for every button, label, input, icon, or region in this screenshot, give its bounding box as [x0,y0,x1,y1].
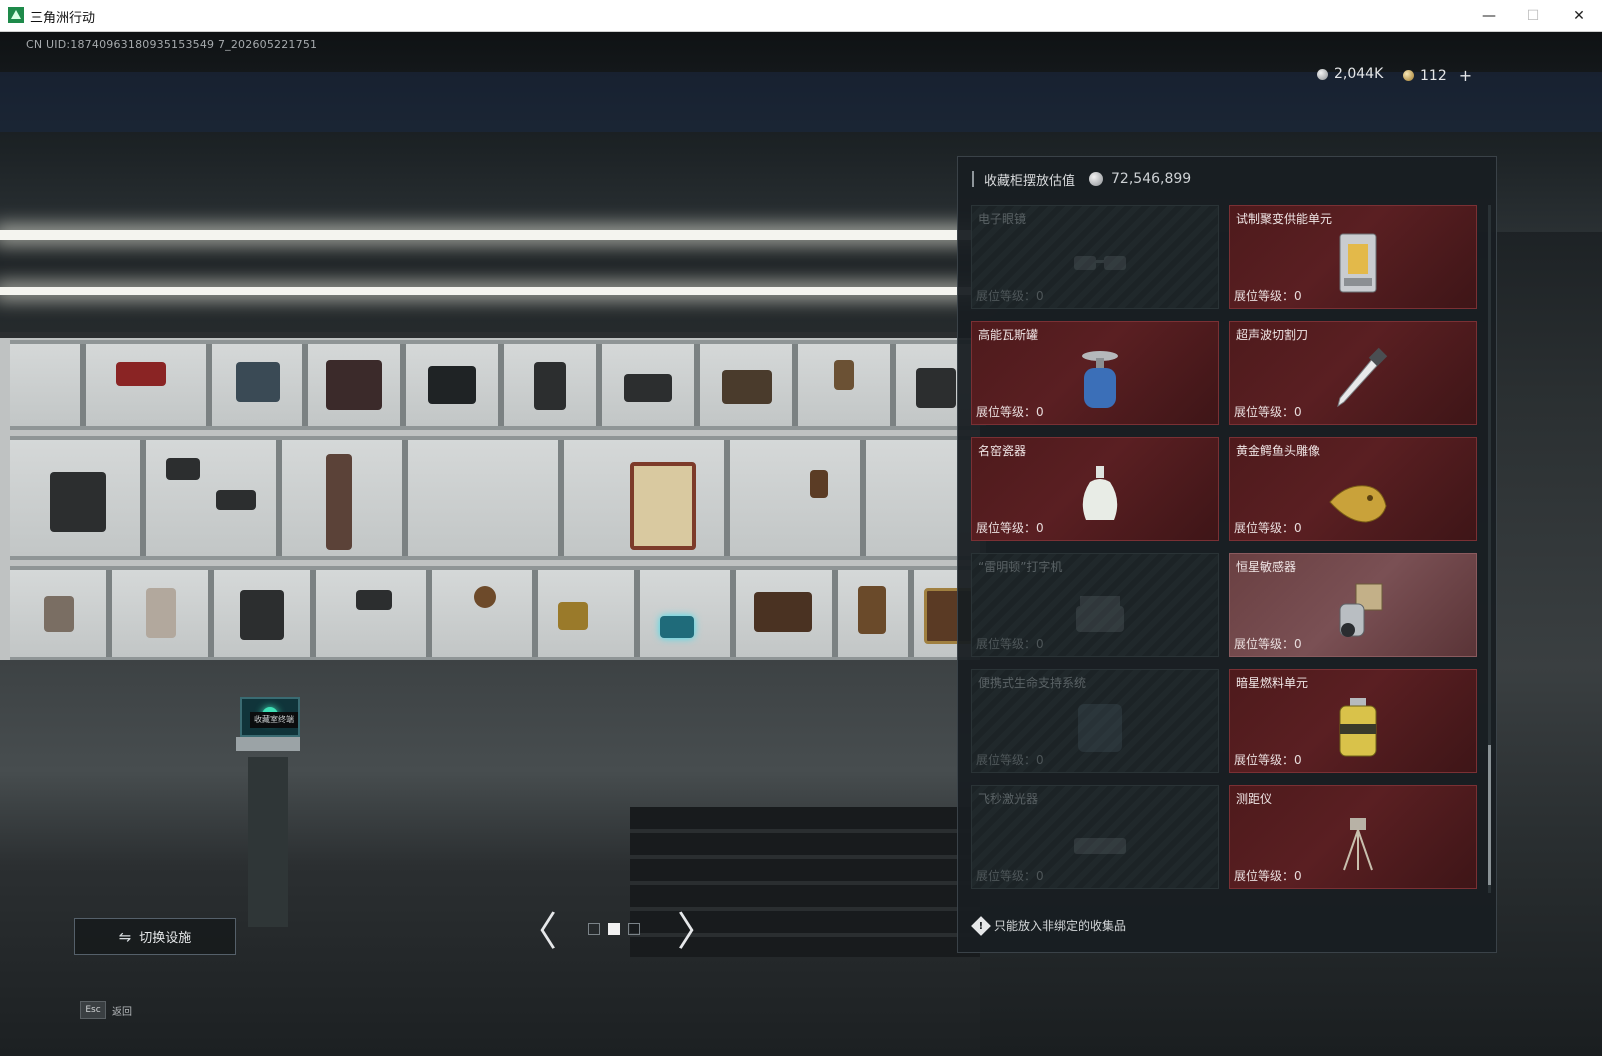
page-indicator [588,923,640,935]
binding-notice: ! 只能放入非绑定的收集品 [971,915,1127,936]
close-button[interactable]: ✕ [1556,0,1602,31]
maximize-button[interactable]: ☐ [1510,0,1556,31]
add-currency-button[interactable]: + [1459,66,1472,85]
collection-slot[interactable]: 暗星燃料单元 展位等级：0 [1229,669,1477,773]
back-hint[interactable]: Esc 返回 [80,1001,132,1019]
collection-slot[interactable]: 便携式生命支持系统 展位等级：0 [971,669,1219,773]
ceiling-light [0,287,980,295]
collection-slot[interactable]: 测距仪 展位等级：0 [1229,785,1477,889]
item-name: 黄金鳄鱼头雕像 [1236,444,1321,458]
silver-coin-icon [1089,172,1104,186]
slot-level: 展位等级：0 [976,289,1044,303]
item-name: 超声波切割刀 [1236,328,1309,342]
slot-level: 展位等级：0 [1234,869,1302,883]
page-dot-active[interactable] [608,923,620,935]
window-titlebar: 三角洲行动 — ☐ ✕ [0,0,1602,32]
item-name: 名窑瓷器 [978,444,1027,458]
window-title: 三角洲行动 [30,11,96,26]
esc-key: Esc [80,1001,106,1019]
panel-title: 收藏柜摆放估值 [984,173,1076,189]
item-name: 试制聚变供能单元 [1236,212,1333,226]
notice-text: 只能放入非绑定的收集品 [994,919,1127,933]
collection-slot[interactable]: 黄金鳄鱼头雕像 展位等级：0 [1229,437,1477,541]
panel-header: 收藏柜摆放估值 72,546,899 [972,167,1482,191]
currency-gold-value: 112 [1420,67,1447,84]
collection-slot[interactable]: 恒星敏感器 展位等级：0 [1229,553,1477,657]
item-name: 测距仪 [1236,792,1273,806]
currency-silver: 2,044K [1317,66,1383,82]
slot-level: 展位等级：0 [976,869,1044,883]
porcelain-vase-icon [1082,466,1118,520]
collection-grid: 电子眼镜 展位等级：0 试制聚变供能单元 展位等级：0 高能瓦斯罐 展位等级：0… [971,205,1481,893]
currency-gold: 112 + [1403,66,1472,85]
terminal-label: 收藏室终端 [250,712,298,728]
gold-crocodile-statue-icon [1329,485,1387,523]
shelf-row [10,340,986,430]
slot-level: 展位等级：0 [976,521,1044,535]
player-uid: CN UID:18740963180935153549 7_2026052217… [26,38,318,51]
slot-level: 展位等级：0 [976,637,1044,651]
collection-slot[interactable]: 电子眼镜 展位等级：0 [971,205,1219,309]
slot-level: 展位等级：0 [976,753,1044,767]
item-name: 飞秒激光器 [978,792,1039,806]
electronic-glasses-icon [1074,256,1126,270]
silver-coin-icon [1317,68,1328,80]
slot-level: 展位等级：0 [1234,405,1302,419]
item-name: 高能瓦斯罐 [978,328,1039,342]
collection-slot[interactable]: 超声波切割刀 展位等级：0 [1229,321,1477,425]
slot-level: 展位等级：0 [1234,521,1302,535]
back-label: 返回 [112,1006,132,1018]
dark-star-fuel-unit-icon [1339,698,1377,757]
app-logo-icon [8,7,24,23]
collection-slot[interactable]: “雷明顿”打字机 展位等级：0 [971,553,1219,657]
gold-coin-icon [1403,70,1414,81]
gas-canister-icon [1082,351,1118,408]
currency-silver-value: 2,044K [1334,66,1384,82]
slot-level: 展位等级：0 [1234,637,1302,651]
terminal-keyboard [236,737,300,751]
scrollbar-thumb[interactable] [1488,745,1491,885]
collection-slot[interactable]: 高能瓦斯罐 展位等级：0 [971,321,1219,425]
switch-facility-label: 切换设施 [139,931,192,946]
collection-slot[interactable]: 飞秒激光器 展位等级：0 [971,785,1219,889]
page-dot[interactable] [628,923,640,935]
item-name: 电子眼镜 [978,212,1027,226]
warning-diamond-icon: ! [971,915,991,936]
panel-total-value: 72,546,899 [1111,171,1192,187]
ultrasonic-cutter-icon [1337,347,1388,408]
fusion-power-unit-icon [1339,233,1377,293]
swap-icon: ⇋ [118,927,132,946]
previous-page-button[interactable]: 〈 [517,908,557,955]
collection-terminal[interactable] [236,697,300,927]
slot-level: 展位等级：0 [1234,289,1302,303]
collection-slot[interactable]: 名窑瓷器 展位等级：0 [971,437,1219,541]
header-accent-bar [972,171,974,187]
minimize-button[interactable]: — [1466,0,1512,31]
item-name: “雷明顿”打字机 [978,560,1063,574]
rangefinder-icon [1343,818,1373,871]
panel-scrollbar[interactable] [1488,205,1491,893]
shelf-row [10,436,986,560]
slot-level: 展位等级：0 [1234,753,1302,767]
page-dot[interactable] [588,923,600,935]
star-sensor-icon [1339,583,1383,637]
next-page-button[interactable]: 〉 [677,908,717,955]
shelf-row [10,566,986,661]
switch-facility-button[interactable]: ⇋ 切换设施 [74,918,236,955]
item-name: 恒星敏感器 [1236,560,1297,574]
item-name: 便携式生命支持系统 [978,676,1087,690]
item-name: 暗星燃料单元 [1236,676,1309,690]
life-support-system-icon [1078,704,1122,752]
typewriter-icon [1076,596,1124,632]
terminal-post [248,757,288,927]
collection-cabinet-panel: 收藏柜摆放估值 72,546,899 电子眼镜 展位等级：0 试制聚变供能单元 … [957,156,1497,953]
display-shelf-wall [0,332,986,663]
femtosecond-laser-icon [1074,838,1126,854]
slot-level: 展位等级：0 [976,405,1044,419]
collection-slot[interactable]: 试制聚变供能单元 展位等级：0 [1229,205,1477,309]
ceiling-light [0,230,980,240]
